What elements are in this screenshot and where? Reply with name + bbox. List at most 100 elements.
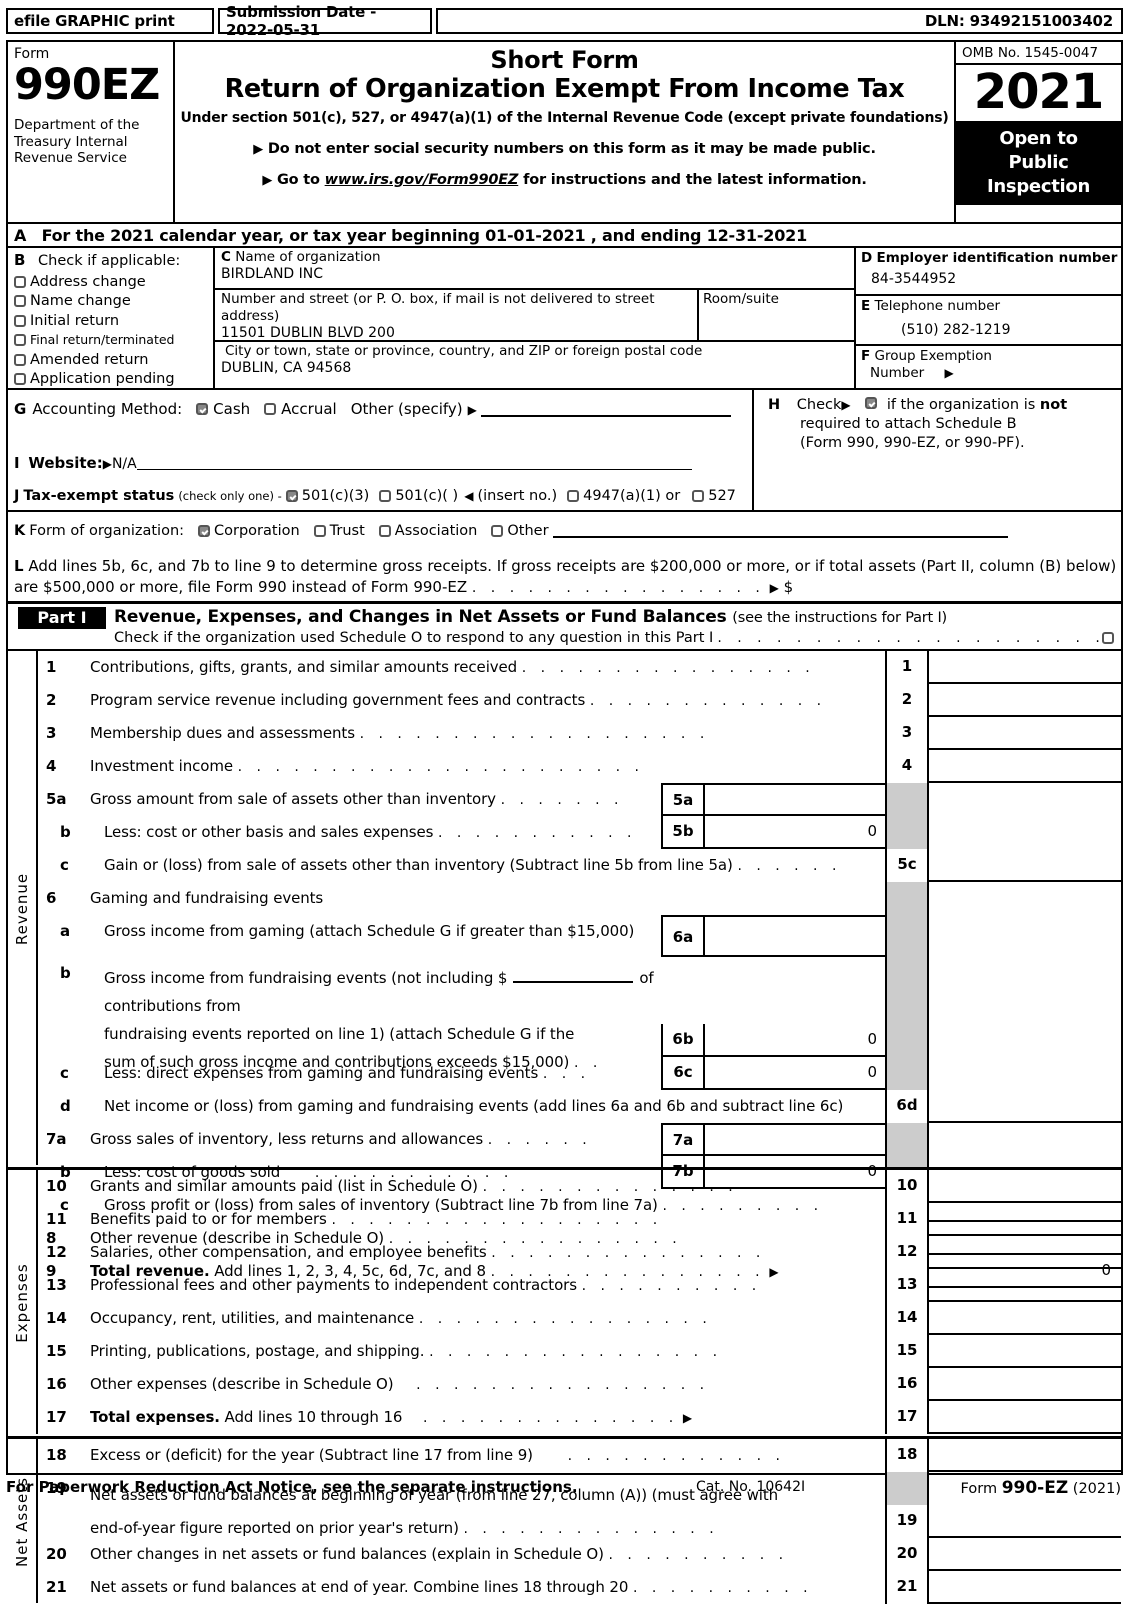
amount-value[interactable] [929, 1203, 1121, 1236]
checkbox-527-icon[interactable] [692, 489, 705, 502]
irs-url-link[interactable]: www.irs.gov/Form990EZ [325, 172, 519, 188]
sub-amount-box: 6b 0 [661, 1024, 885, 1057]
checkbox-501c-icon[interactable] [379, 489, 392, 502]
checkbox-initial-return-icon[interactable] [14, 314, 26, 327]
sub-amount-value[interactable]: 0 [705, 1024, 885, 1055]
row-description: Professional fees and other payments to … [90, 1276, 761, 1294]
checkbox-row-address-change[interactable]: Address change [14, 274, 213, 290]
box-b-check-if-applicable: B Check if applicable: Address change Na… [8, 248, 213, 388]
checkbox-corporation-icon[interactable] [198, 524, 211, 537]
checkbox-row-application-pending[interactable]: Application pending [14, 371, 213, 387]
org-street-segment: Number and street (or P. O. box, if mail… [215, 290, 854, 342]
checkbox-row-name-change[interactable]: Name change [14, 293, 213, 309]
checkbox-address-change-icon[interactable] [14, 275, 26, 288]
open-to-public-inspection-badge: Open to Public Inspection [956, 123, 1121, 205]
amount-value[interactable] [929, 1335, 1121, 1368]
checkbox-row-final-return[interactable]: Final return/terminated [14, 332, 213, 348]
leader-dots: . . . [542, 1066, 591, 1082]
label-4947a1: 4947(a)(1) or [583, 487, 681, 504]
leader-dots: . . . . . . . . . . [608, 1547, 789, 1563]
label-corporation: Corporation [214, 522, 300, 539]
other-specify-input[interactable] [480, 400, 731, 417]
row-description: Gross amount from sale of assets other t… [90, 790, 623, 808]
sub-amount-value[interactable]: 0 [705, 1057, 885, 1088]
row-number: 12 [46, 1243, 67, 1261]
checkbox-accrual-icon[interactable] [264, 403, 277, 415]
amount-value[interactable] [929, 1123, 1121, 1156]
table-row: a Gross income from gaming (attach Sched… [38, 915, 1121, 957]
triangle-bullet-icon: ▶ [102, 457, 112, 471]
checkbox-row-amended-return[interactable]: Amended return [14, 352, 213, 368]
checkbox-schedule-o-icon[interactable] [1102, 632, 1114, 644]
box-d-letter: D [861, 250, 873, 266]
table-row: 14 Occupancy, rent, utilities, and maint… [38, 1302, 1121, 1335]
amount-value[interactable] [929, 750, 1121, 783]
ein-caption-text: Employer identification number [876, 250, 1118, 266]
checkbox-schedule-b-icon[interactable] [865, 397, 878, 409]
checkbox-amended-return-icon[interactable] [14, 353, 26, 366]
form-title-block: Short Form Return of Organization Exempt… [175, 42, 954, 222]
sub-amount-box: 7a [661, 1123, 885, 1156]
checkbox-name-change-icon[interactable] [14, 295, 26, 307]
amount-value[interactable] [929, 816, 1121, 849]
checkbox-association-icon[interactable] [378, 524, 391, 537]
amount-value[interactable] [929, 1236, 1121, 1269]
form-footer: For Paperwork Reduction Act Notice, see … [6, 1478, 1123, 1502]
leader-dots: . . . . . . . . . . . . . . [423, 1410, 679, 1426]
checkbox-cash-icon[interactable] [196, 403, 209, 415]
row-desc-text: Other expenses (describe in Schedule O) [90, 1375, 394, 1393]
amount-value[interactable] [929, 1090, 1121, 1123]
row-desc-text: Excess or (deficit) for the year (Subtra… [90, 1446, 533, 1464]
sub-amount-value[interactable]: 0 [705, 816, 885, 847]
checkbox-other-org-icon[interactable] [491, 524, 504, 537]
checkbox-4947a1-icon[interactable] [567, 489, 580, 502]
row-desc-text: Gross sales of inventory, less returns a… [90, 1130, 484, 1148]
amount-value[interactable] [929, 882, 1121, 915]
amount-value[interactable] [929, 1401, 1121, 1434]
amount-value[interactable] [929, 849, 1121, 882]
amount-value[interactable] [929, 1368, 1121, 1401]
sub-amount-value[interactable] [705, 785, 885, 814]
amount-value[interactable] [929, 957, 1121, 1057]
amount-value[interactable] [929, 1302, 1121, 1335]
website-value[interactable]: N/A [112, 456, 137, 472]
row-description: Excess or (deficit) for the year (Subtra… [90, 1446, 785, 1464]
sub-amount-value[interactable] [705, 1125, 885, 1154]
left-status-column: G Accounting Method: Cash Accrual Other … [8, 390, 1008, 553]
checkbox-row-initial-return[interactable]: Initial return [14, 313, 213, 329]
ein-segment: D Employer identification number 84-3544… [856, 248, 1121, 296]
amount-value[interactable] [929, 684, 1121, 717]
amount-value[interactable] [929, 1439, 1121, 1472]
amount-value[interactable] [929, 1170, 1121, 1203]
amount-value[interactable] [929, 1571, 1121, 1604]
row-description: Total expenses. Add lines 10 through 16 … [90, 1408, 692, 1426]
line-j-letter: J [14, 487, 20, 504]
row-desc-text: Membership dues and assessments [90, 724, 355, 742]
form-number: 990EZ [14, 60, 160, 110]
amount-value[interactable] [929, 1057, 1121, 1090]
box-h-check-text: Check [796, 397, 842, 413]
row-description: Printing, publications, postage, and shi… [90, 1342, 722, 1360]
fundraising-contrib-input[interactable] [513, 965, 634, 983]
sub-amount-value[interactable] [705, 917, 885, 955]
amount-value[interactable] [929, 1538, 1121, 1571]
amount-value[interactable] [929, 717, 1121, 750]
amount-value[interactable] [929, 1269, 1121, 1302]
footer-form-name: 990-EZ [1001, 1478, 1069, 1498]
amount-value[interactable] [929, 651, 1121, 684]
form-identity-block: Form 990EZ Department of the Treasury In… [8, 42, 175, 222]
checkbox-501c3-icon[interactable] [285, 489, 298, 502]
label-association: Association [394, 522, 478, 539]
checkbox-trust-icon[interactable] [313, 524, 326, 537]
row-number: 21 [46, 1578, 67, 1596]
row-desc-text: Add lines 10 through 16 [219, 1408, 403, 1426]
org-street-wrap: Number and street (or P. O. box, if mail… [221, 291, 691, 342]
amount-value[interactable] [929, 915, 1121, 957]
amount-value[interactable] [929, 783, 1121, 816]
checkbox-application-pending-icon[interactable] [14, 373, 26, 385]
other-org-input[interactable] [553, 536, 1008, 538]
amount-box-number: 16 [885, 1368, 929, 1401]
ein-caption: D Employer identification number [861, 250, 1121, 267]
line-i-website: I Website:▶N/A [8, 452, 752, 480]
checkbox-final-return-icon[interactable] [14, 334, 26, 346]
